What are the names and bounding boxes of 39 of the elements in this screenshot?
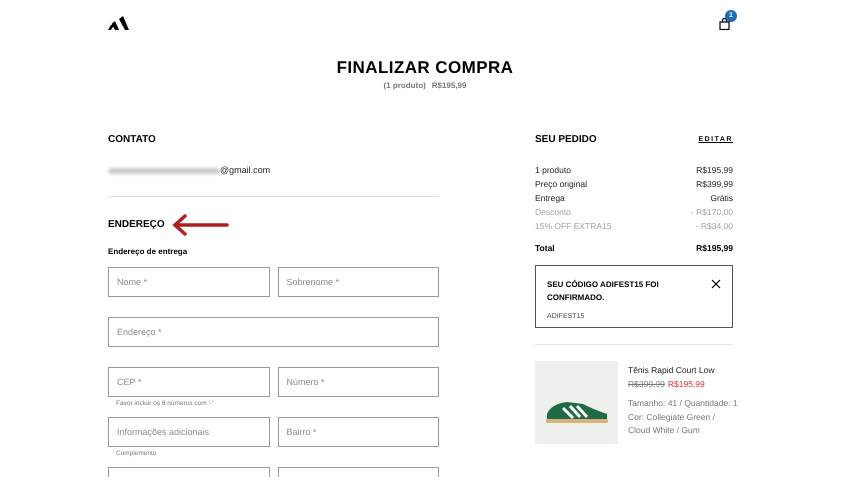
summary-value: - R$34,00 [696, 220, 733, 232]
delivery-address-label: Endereço de entrega [108, 246, 188, 258]
total-value: R$195,99 [696, 242, 733, 255]
summary-label: Desconto [535, 206, 571, 218]
subtitle-price: R$195,99 [432, 80, 466, 92]
input-field[interactable] [278, 466, 439, 476]
input-field[interactable]: Sobrenome * [278, 266, 439, 296]
order-heading: SEU PEDIDO [535, 134, 597, 146]
input-field[interactable]: Número * [278, 366, 439, 396]
product-count: (1 produto) [384, 80, 426, 92]
input-field[interactable]: Nome * [108, 266, 270, 296]
input-field[interactable]: Endereço * [108, 316, 439, 346]
close-icon[interactable] [711, 278, 721, 289]
coupon-message: SEU CÓDIGO ADIFEST15 FOI CONFIRMADO. [547, 278, 660, 304]
size-quantity: Tamanho: 41 / Quantidade: 1 [628, 396, 738, 410]
old-price: R$399,99 [628, 378, 665, 391]
input-field[interactable]: CEP * [108, 366, 270, 396]
summary-value: - R$170,00 [690, 206, 733, 218]
input-field[interactable] [108, 466, 270, 476]
summary-label: Entrega [535, 192, 565, 204]
shopping-bag-icon[interactable] [719, 18, 730, 30]
summary-label: 15% OFF EXTRA15 [535, 220, 612, 232]
sale-price: R$195,99 [668, 378, 705, 391]
product-name: Tênis Rapid Court Low [628, 364, 716, 377]
contact-heading: CONTATO [108, 134, 157, 146]
page-title: FINALIZAR COMPRA [336, 58, 514, 78]
summary-value: Grátis [710, 192, 733, 204]
total-label: Total [535, 242, 555, 255]
arrow-annotation [170, 212, 231, 236]
summary-label: 1 produto [535, 164, 571, 176]
summary-value: R$399,99 [696, 178, 733, 190]
address-heading: ENDEREÇO [108, 218, 165, 230]
input-field[interactable]: Informações adicionais [108, 416, 270, 446]
product-color: Cor: Collegiate Green / Cloud White / Gum [628, 410, 716, 436]
email-domain: @gmail.com [220, 164, 270, 177]
summary-value: R$195,99 [696, 164, 733, 176]
logo-icon[interactable] [108, 16, 130, 30]
summary-label: Preço original [535, 178, 587, 190]
input-field[interactable]: Bairro * [278, 416, 439, 446]
